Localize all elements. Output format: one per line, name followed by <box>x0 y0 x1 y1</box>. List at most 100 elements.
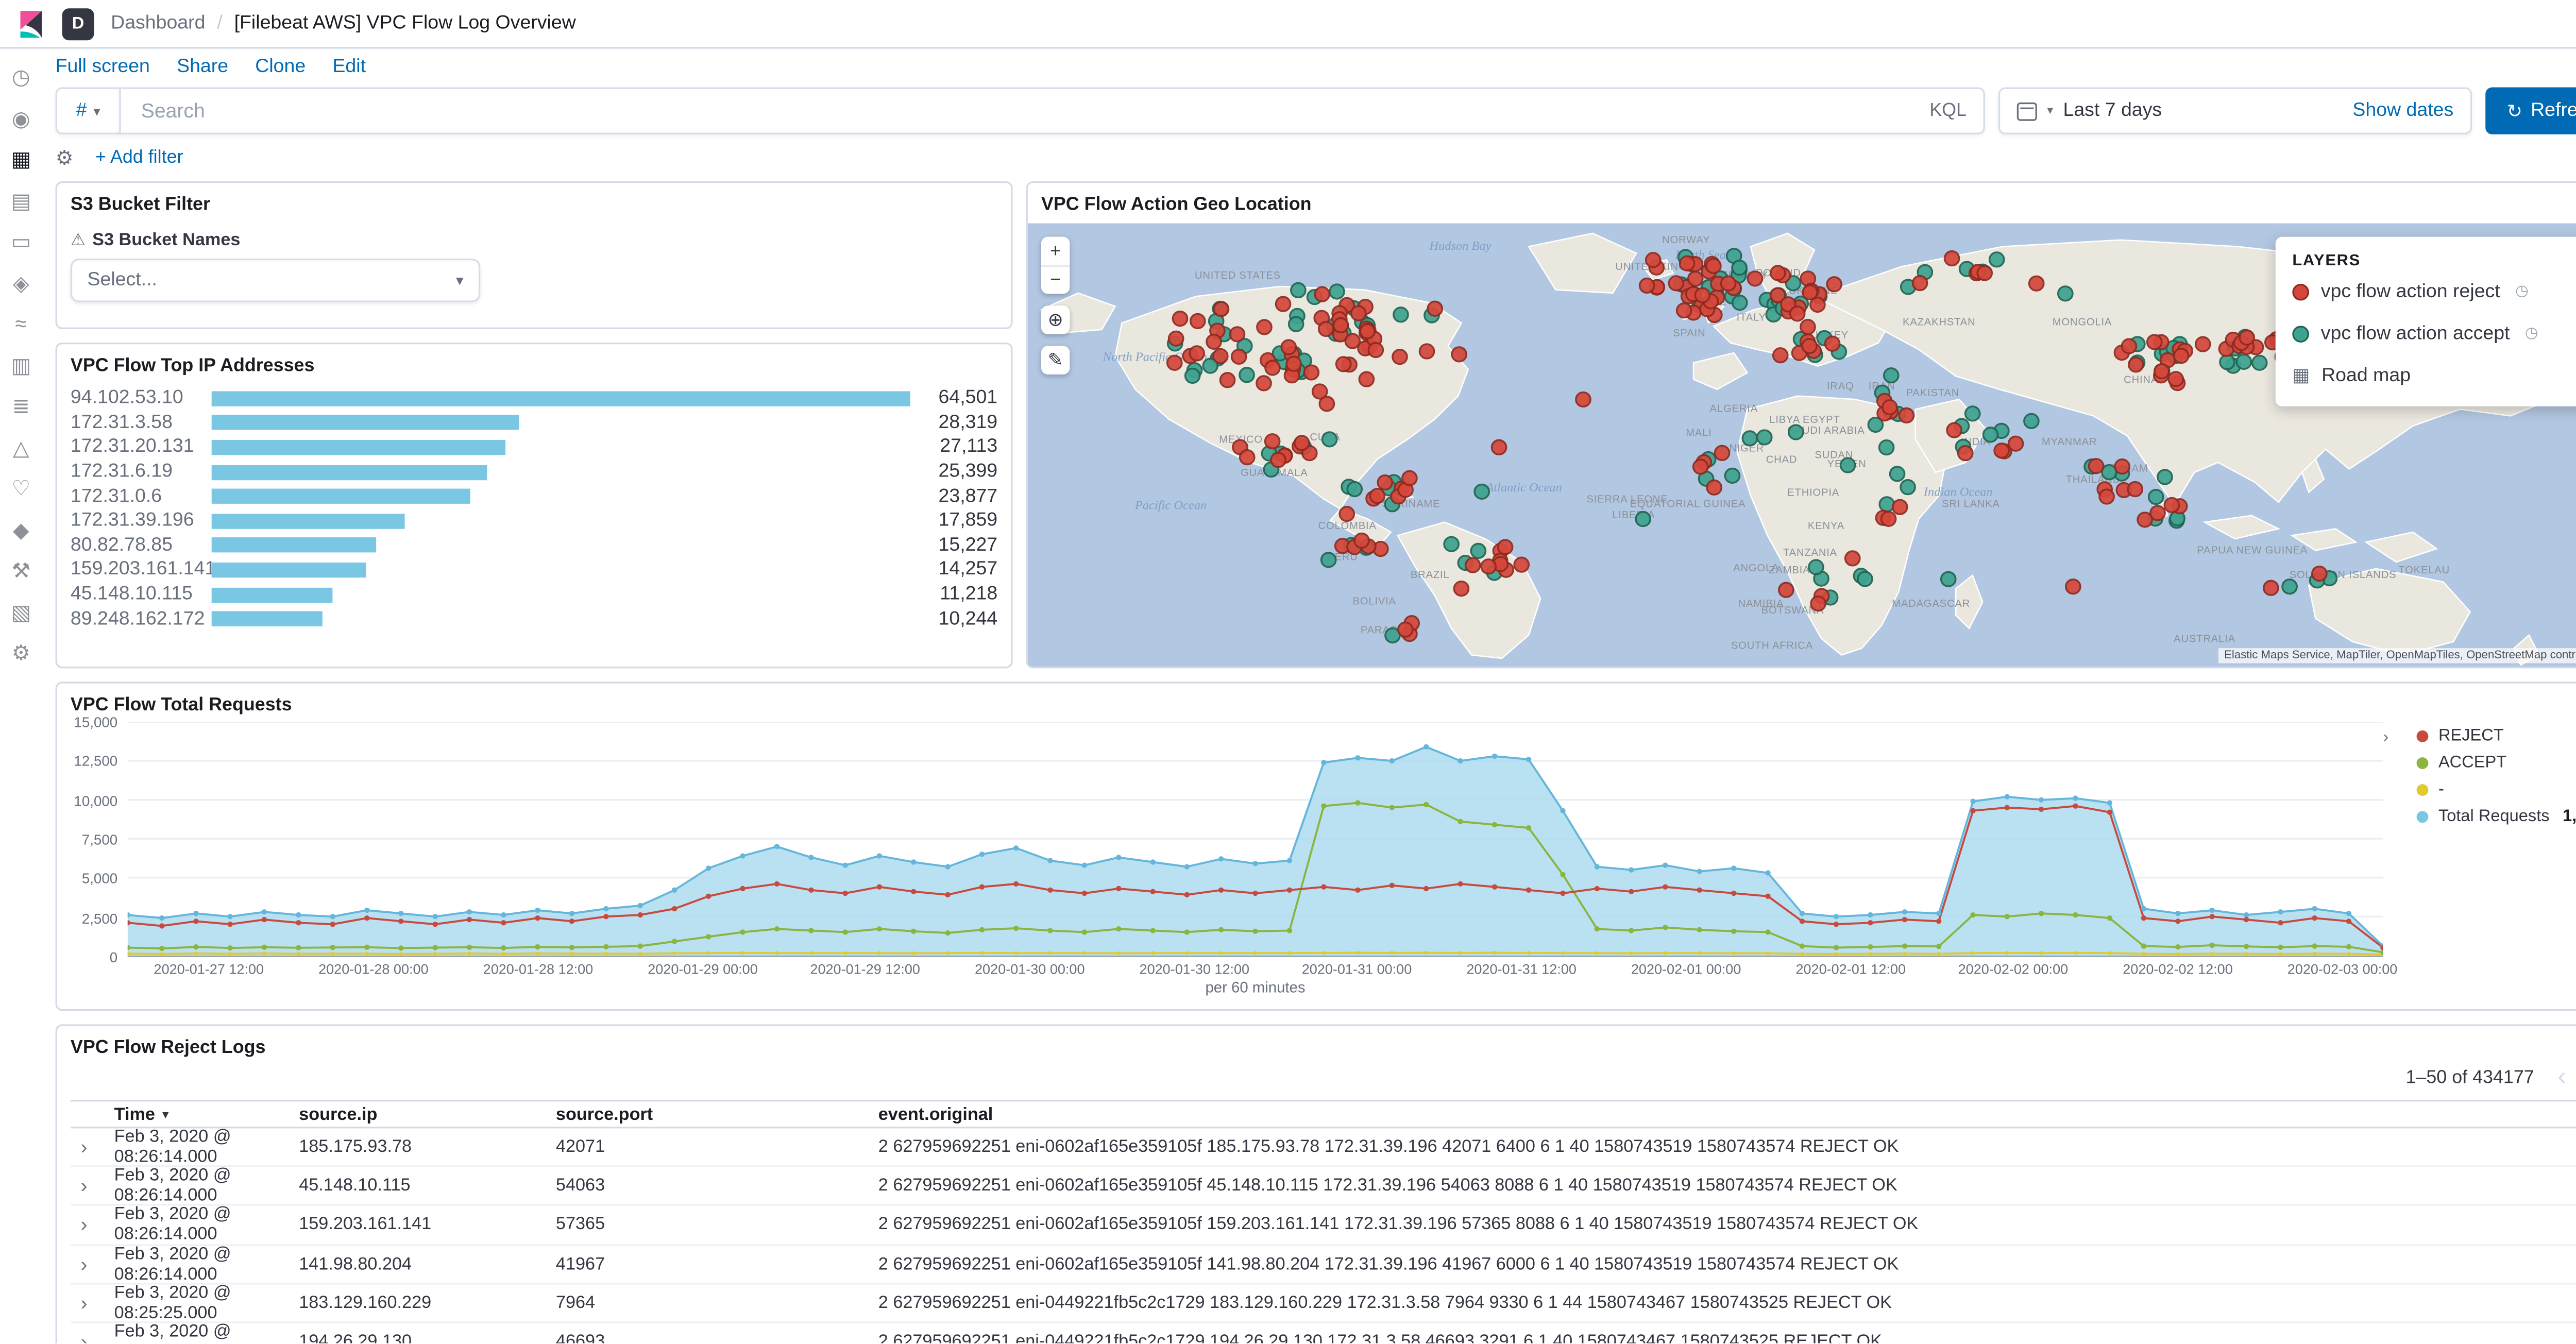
column-header-source-port[interactable]: source.port <box>556 1104 878 1124</box>
ip-bar[interactable] <box>211 513 405 529</box>
map-marker-accept[interactable] <box>2235 353 2252 370</box>
map-marker-reject[interactable] <box>1264 360 1281 376</box>
map-marker-reject[interactable] <box>1772 347 1789 364</box>
refresh-button[interactable]: ↻ Refresh <box>2485 87 2576 134</box>
map-marker-reject[interactable] <box>1668 275 1685 292</box>
map-marker-reject[interactable] <box>2167 371 2184 387</box>
expand-row-icon[interactable]: › <box>71 1291 114 1315</box>
map-marker-reject[interactable] <box>1898 407 1915 424</box>
map-marker-reject[interactable] <box>1189 313 1206 329</box>
map-marker-reject[interactable] <box>1801 338 1818 354</box>
map-marker-reject[interactable] <box>2128 356 2144 373</box>
map-marker-reject[interactable] <box>2028 275 2045 292</box>
map-marker-reject[interactable] <box>1314 286 1331 302</box>
map-marker-reject[interactable] <box>1946 422 1962 438</box>
nav-machine-learning-icon[interactable]: ≈ <box>7 311 35 337</box>
map-marker-accept[interactable] <box>1320 552 1337 568</box>
map-marker-accept[interactable] <box>1443 536 1460 552</box>
ip-bar[interactable] <box>211 464 487 480</box>
nav-visualize-icon[interactable]: ▤ <box>7 187 35 214</box>
map-marker-reject[interactable] <box>1778 582 1794 598</box>
map-marker-reject[interactable] <box>1882 399 1898 416</box>
gear-icon[interactable]: ⚙ <box>56 146 74 170</box>
map-marker-accept[interactable] <box>1724 467 1741 484</box>
map-marker-accept[interactable] <box>1787 424 1804 440</box>
map-marker-reject[interactable] <box>1213 301 1230 317</box>
map-marker-reject[interactable] <box>1891 499 1908 515</box>
map-marker-accept[interactable] <box>2251 354 2268 371</box>
set-view-button[interactable]: ⊕ <box>1041 305 1070 334</box>
draw-filter-button[interactable]: ✎ <box>1041 346 1070 375</box>
map-marker-reject[interactable] <box>1172 310 1189 327</box>
map-marker-reject[interactable] <box>1645 252 1662 268</box>
map-marker-accept[interactable] <box>1346 481 1363 498</box>
map-marker-reject[interactable] <box>1189 345 1205 362</box>
nav-canvas-icon[interactable]: ▭ <box>7 228 35 255</box>
column-header-event-original[interactable]: event.original <box>878 1104 2576 1124</box>
map-marker-reject[interactable] <box>1280 339 1297 355</box>
map-marker-reject[interactable] <box>1359 323 1376 339</box>
map-marker-reject[interactable] <box>2173 348 2190 364</box>
saved-query-button[interactable]: # ▾ <box>55 87 120 134</box>
ip-bar[interactable] <box>211 489 470 504</box>
map-marker-accept[interactable] <box>2147 489 2164 505</box>
map-marker-accept[interactable] <box>1900 479 1916 496</box>
map-marker-reject[interactable] <box>1167 330 1184 347</box>
map-marker-reject[interactable] <box>1392 349 1408 365</box>
nav-apm-icon[interactable]: △ <box>7 434 35 461</box>
map-marker-reject[interactable] <box>2146 334 2163 350</box>
map-marker-reject[interactable] <box>1427 300 1444 317</box>
map-marker-reject[interactable] <box>1451 346 1467 363</box>
map-marker-reject[interactable] <box>1338 505 1355 522</box>
map-marker-reject[interactable] <box>1212 348 1229 364</box>
map-marker-reject[interactable] <box>1317 320 1334 337</box>
map-marker-reject[interactable] <box>1679 255 1696 271</box>
nav-logs-icon[interactable]: ≣ <box>7 393 35 420</box>
map-marker-reject[interactable] <box>1993 443 2010 459</box>
map-marker-reject[interactable] <box>1687 270 1704 287</box>
map-marker-reject[interactable] <box>1369 488 1386 504</box>
map-marker-accept[interactable] <box>1470 542 1487 559</box>
legend-item[interactable]: Total Requests 1,226 <box>2396 803 2576 829</box>
map-marker-accept[interactable] <box>1889 466 1906 482</box>
map-marker-reject[interactable] <box>2153 363 2170 380</box>
menu-item-share[interactable]: Share <box>177 57 228 77</box>
map-marker-reject[interactable] <box>1285 355 1302 372</box>
map-marker-reject[interactable] <box>1943 250 1960 267</box>
legend-item[interactable]: -110 <box>2396 776 2576 803</box>
nav-management-icon[interactable]: ⚙ <box>7 640 35 667</box>
zoom-out-button[interactable]: − <box>1041 265 1070 294</box>
map-marker-reject[interactable] <box>1350 305 1367 321</box>
map-marker-accept[interactable] <box>1878 496 1895 513</box>
map-marker-reject[interactable] <box>2121 338 2138 354</box>
legend-collapse-icon[interactable]: › <box>2383 729 2388 747</box>
map-marker-reject[interactable] <box>2098 488 2115 505</box>
map-marker-accept[interactable] <box>1878 439 1895 456</box>
map-marker-reject[interactable] <box>1264 433 1281 450</box>
breadcrumb-dashboard[interactable]: Dashboard <box>111 13 205 33</box>
column-header-source-ip[interactable]: source.ip <box>299 1104 556 1124</box>
add-filter-link[interactable]: + Add filter <box>95 148 183 168</box>
menu-item-edit[interactable]: Edit <box>332 57 366 77</box>
map-marker-reject[interactable] <box>1229 326 1246 343</box>
map-marker-accept[interactable] <box>2023 413 2040 430</box>
nav-discover-icon[interactable]: ◉ <box>7 105 35 132</box>
map-marker-reject[interactable] <box>2263 580 2279 596</box>
map-marker-reject[interactable] <box>1880 511 1897 527</box>
nav-maps-icon[interactable]: ◈ <box>7 269 35 296</box>
map-marker-reject[interactable] <box>1911 275 1928 292</box>
map-marker-reject[interactable] <box>1275 296 1292 312</box>
show-dates-link[interactable]: Show dates <box>2352 101 2453 121</box>
space-avatar[interactable]: D <box>62 7 94 40</box>
layer-item[interactable]: ▦ Road map <box>2292 354 2576 396</box>
map-marker-reject[interactable] <box>1706 479 1723 496</box>
nav-uptime-icon[interactable]: ♡ <box>7 475 35 502</box>
ip-bar[interactable] <box>211 439 505 455</box>
map-marker-reject[interactable] <box>1824 335 1841 352</box>
expand-row-icon[interactable]: › <box>71 1135 114 1159</box>
previous-page-icon[interactable]: ‹ <box>2557 1063 2566 1091</box>
map-marker-reject[interactable] <box>2239 329 2256 346</box>
map-marker-reject[interactable] <box>1575 391 1591 408</box>
map-marker-reject[interactable] <box>2311 565 2328 582</box>
ip-bar[interactable] <box>211 611 323 627</box>
